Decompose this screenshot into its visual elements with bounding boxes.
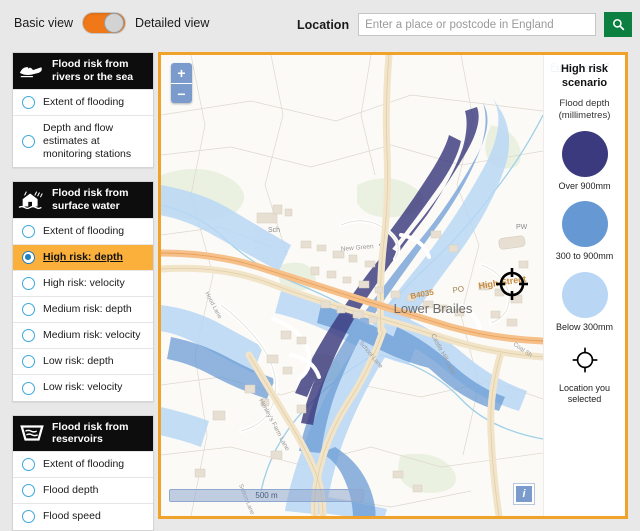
- option-surface-low-risk-depth[interactable]: Low risk: depth: [13, 348, 153, 375]
- option-label: Extent of flooding: [43, 224, 125, 237]
- search-button[interactable]: [604, 12, 633, 37]
- location-search-group: Location: [297, 12, 633, 37]
- legend-label-300-to-900mm: 300 to 900mm: [555, 251, 614, 262]
- panel-reservoirs: Flood risk from reservoirs Extent of flo…: [12, 414, 154, 531]
- panel-title: Flood risk from surface water: [52, 187, 129, 212]
- search-icon: [612, 19, 624, 31]
- option-label: Depth and flow estimates at monitoring s…: [43, 121, 132, 160]
- crosshair-location-icon: [496, 268, 528, 300]
- basic-view-label: Basic view: [14, 16, 74, 30]
- map-place-label: Sch: [268, 227, 280, 234]
- panel-header-rivers-or-sea: Flood risk from rivers or the sea: [13, 53, 153, 89]
- radio-icon: [22, 484, 35, 498]
- map-place-label: PW: [516, 224, 528, 231]
- legend-subtitle: Flood depth (millimetres): [558, 97, 611, 121]
- panel-header-surface-water: Flood risk from surface water: [13, 182, 153, 218]
- house-rain-icon: [18, 191, 43, 209]
- map-poi-label: PO: [452, 284, 465, 295]
- panel-title: Flood risk from reservoirs: [52, 420, 129, 446]
- radio-icon: [22, 303, 35, 317]
- option-label: High risk: velocity: [43, 276, 125, 289]
- radio-icon-selected: [22, 250, 35, 264]
- option-reservoir-flood-speed[interactable]: Flood speed: [13, 503, 153, 530]
- legend-title: High risk scenario: [560, 63, 609, 89]
- legend-label-below-300mm: Below 300mm: [555, 321, 614, 332]
- zoom-controls: + −: [171, 63, 192, 103]
- option-surface-low-risk-velocity[interactable]: Low risk: velocity: [13, 374, 153, 401]
- option-surface-medium-risk-velocity[interactable]: Medium risk: velocity: [13, 322, 153, 349]
- option-surface-high-risk-velocity[interactable]: High risk: velocity: [13, 269, 153, 297]
- legend-swatch-below-300mm: [561, 271, 608, 318]
- radio-icon: [22, 329, 35, 343]
- map-legend: High risk scenario Flood depth (millimet…: [543, 55, 625, 516]
- map-info-button[interactable]: i: [514, 484, 534, 504]
- option-label: Extent of flooding: [43, 458, 125, 471]
- location-label: Location: [297, 17, 350, 32]
- panel-title: Flood risk from rivers or the sea: [52, 58, 134, 83]
- map-scale-bar: 500 m: [169, 489, 364, 502]
- view-mode-toggle-group: Basic view Detailed view: [14, 12, 209, 34]
- option-label: Medium risk: depth: [43, 303, 132, 316]
- flood-risk-map-page: Basic view Detailed view Location Enter …: [0, 0, 640, 531]
- panel-header-reservoirs: Flood risk from reservoirs: [13, 415, 153, 452]
- radio-icon: [22, 355, 35, 369]
- radio-icon: [22, 134, 35, 148]
- map-scale-label: 500 m: [255, 491, 278, 500]
- zoom-in-button[interactable]: +: [171, 63, 192, 83]
- map-render: Lower Brailes Sch PW B4035 PO High Stree…: [161, 55, 543, 516]
- option-label: Flood speed: [43, 510, 101, 523]
- option-reservoir-flood-depth[interactable]: Flood depth: [13, 477, 153, 504]
- legend-label-location-selected: Location you selected: [558, 382, 611, 405]
- option-rivers-depth-flow-estimates[interactable]: Depth and flow estimates at monitoring s…: [13, 114, 153, 168]
- map-canvas[interactable]: Lower Brailes Sch PW B4035 PO High Stree…: [161, 55, 543, 516]
- legend-label-over-900mm: Over 900mm: [558, 181, 611, 192]
- option-label: High risk: depth: [43, 250, 123, 263]
- panel-surface-water: Flood risk from surface water Extent of …: [12, 181, 154, 402]
- radio-icon: [22, 458, 35, 472]
- top-bar: Basic view Detailed view Location: [0, 0, 640, 45]
- option-rivers-extent-of-flooding[interactable]: Extent of flooding: [13, 88, 153, 115]
- layer-sidebar: Flood risk from rivers or the sea Extent…: [12, 52, 154, 531]
- zoom-out-button[interactable]: −: [171, 83, 192, 103]
- option-surface-extent-of-flooding[interactable]: Extent of flooding: [13, 217, 153, 244]
- detailed-view-label: Detailed view: [135, 16, 210, 30]
- legend-swatch-300-to-900mm: [561, 201, 608, 248]
- radio-icon: [22, 95, 35, 109]
- legend-swatch-over-900mm: [561, 131, 608, 178]
- reservoir-dam-icon: [20, 425, 44, 442]
- option-label: Low risk: velocity: [43, 381, 123, 394]
- toggle-knob: [104, 13, 125, 33]
- map-frame: Lower Brailes Sch PW B4035 PO High Stree…: [158, 52, 628, 519]
- legend-crosshair-location-icon: [572, 347, 597, 373]
- option-surface-high-risk-depth[interactable]: High risk: depth: [13, 243, 153, 270]
- wave-coastline-icon: [19, 64, 42, 78]
- view-mode-toggle[interactable]: [82, 12, 127, 34]
- radio-icon: [22, 277, 35, 290]
- map-place-label: Lower Brailes: [394, 301, 473, 316]
- option-label: Flood depth: [43, 484, 99, 497]
- option-label: Medium risk: velocity: [43, 329, 141, 342]
- panel-rivers-or-sea: Flood risk from rivers or the sea Extent…: [12, 52, 154, 169]
- radio-icon: [22, 224, 35, 238]
- radio-icon: [22, 381, 35, 395]
- radio-icon: [22, 510, 35, 524]
- option-surface-medium-risk-depth[interactable]: Medium risk: depth: [13, 296, 153, 323]
- option-label: Low risk: depth: [43, 355, 114, 368]
- location-search-input[interactable]: [358, 13, 597, 36]
- option-reservoir-extent-of-flooding[interactable]: Extent of flooding: [13, 451, 153, 478]
- option-label: Extent of flooding: [43, 95, 125, 108]
